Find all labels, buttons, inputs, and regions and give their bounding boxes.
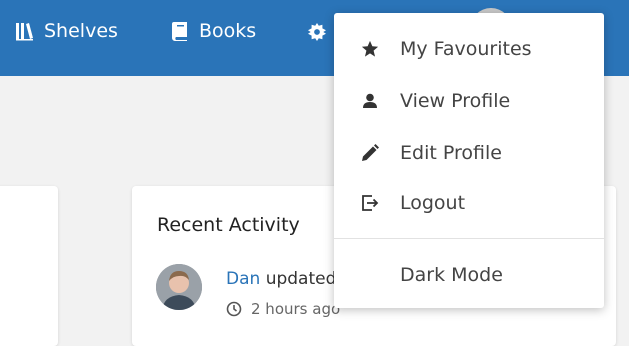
menu-item-label: View Profile [400,90,511,112]
menu-item-logout[interactable]: Logout [334,178,604,228]
clock-icon [226,301,242,317]
gear-icon [308,22,326,42]
nav-shelves-link[interactable]: Shelves [16,19,118,43]
pencil-icon [360,143,380,163]
menu-item-label: Logout [400,192,466,214]
menu-divider [334,238,604,239]
person-icon [360,91,380,111]
user-dropdown-menu: My Favourites View Profile Edit Profile … [334,13,604,308]
activity-action: updated [265,269,337,289]
menu-item-label: My Favourites [400,38,532,60]
activity-entry-line: Dan updated [226,269,336,289]
activity-user-avatar [156,264,202,310]
recent-activity-title: Recent Activity [157,214,300,236]
activity-user-link[interactable]: Dan [226,269,260,289]
logout-icon [360,193,380,213]
menu-item-dark-mode[interactable]: Dark Mode [334,250,604,300]
menu-item-my-favourites[interactable]: My Favourites [334,24,604,74]
activity-time-label: 2 hours ago [251,300,341,318]
settings-button[interactable] [308,20,330,44]
nav-books-link[interactable]: Books [171,19,256,43]
nav-shelves-label: Shelves [44,20,118,42]
book-icon [171,21,189,41]
star-icon [360,39,380,59]
nav-books-label: Books [199,20,257,42]
shelves-icon [16,21,34,41]
activity-timestamp: 2 hours ago [226,300,340,318]
menu-item-label: Edit Profile [400,142,502,164]
menu-item-edit-profile[interactable]: Edit Profile [334,128,604,178]
menu-item-label: Dark Mode [400,264,503,286]
moon-icon [360,265,380,285]
side-card [0,186,58,346]
menu-item-view-profile[interactable]: View Profile [334,76,604,126]
